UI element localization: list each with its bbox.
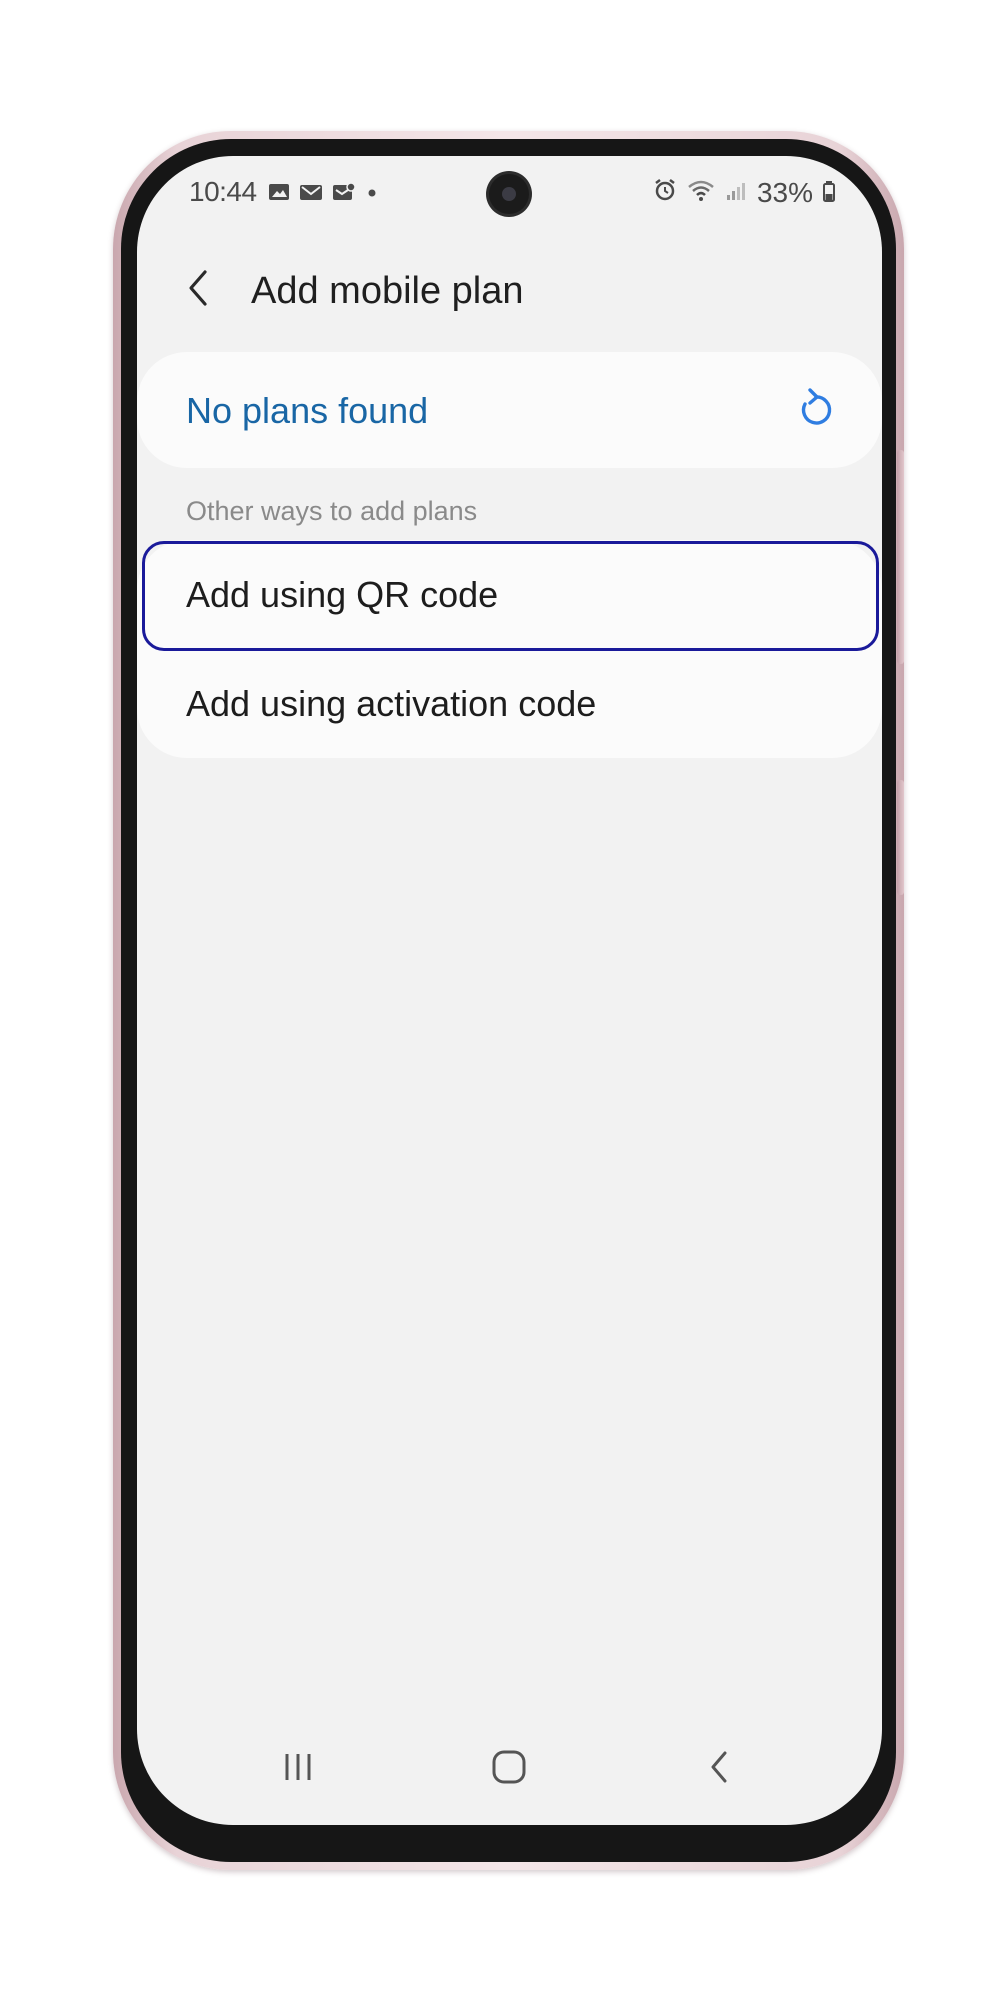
- page-title: Add mobile plan: [251, 270, 524, 312]
- front-camera: [489, 174, 529, 214]
- system-status-icons: 33%: [653, 176, 835, 210]
- wifi-icon: [687, 177, 715, 209]
- scan-result-card: No plans found: [137, 352, 882, 468]
- nav-back-button[interactable]: [690, 1739, 750, 1799]
- chevron-left-icon: [187, 268, 211, 313]
- navigation-bar: [137, 1715, 882, 1825]
- message-icon: [332, 177, 356, 209]
- back-button[interactable]: [177, 268, 221, 312]
- option-label: Add using activation code: [186, 683, 597, 724]
- signal-icon: [725, 177, 747, 209]
- option-label: Add using QR code: [186, 574, 499, 615]
- add-using-qr-code-item[interactable]: Add using QR code: [137, 540, 882, 649]
- dot-icon: [365, 177, 379, 209]
- battery-icon: [823, 177, 835, 209]
- add-using-activation-code-item[interactable]: Add using activation code: [137, 649, 882, 758]
- refresh-icon: [796, 386, 836, 435]
- power-key: [897, 780, 904, 895]
- app-header: Add mobile plan: [137, 246, 882, 336]
- notification-icons: [268, 176, 379, 210]
- refresh-button[interactable]: [788, 382, 844, 438]
- battery-percent: 33%: [756, 177, 813, 208]
- recent-apps-button[interactable]: [268, 1739, 328, 1799]
- add-options-card: Add using QR code Add using activation c…: [137, 540, 882, 758]
- no-plans-text: No plans found: [186, 390, 429, 431]
- alarm-icon: [653, 177, 677, 209]
- mail-icon: [299, 177, 323, 209]
- nav-back-icon: [705, 1747, 735, 1792]
- volume-key: [897, 450, 904, 664]
- status-time: 10:44: [189, 176, 257, 207]
- gallery-icon: [268, 177, 290, 209]
- home-icon: [489, 1747, 529, 1792]
- phone-screen: 10:44 33% Add mobile plan No plans found…: [137, 156, 882, 1825]
- recent-apps-icon: [278, 1749, 318, 1790]
- section-label-other-ways: Other ways to add plans: [186, 496, 478, 526]
- home-button[interactable]: [479, 1739, 539, 1799]
